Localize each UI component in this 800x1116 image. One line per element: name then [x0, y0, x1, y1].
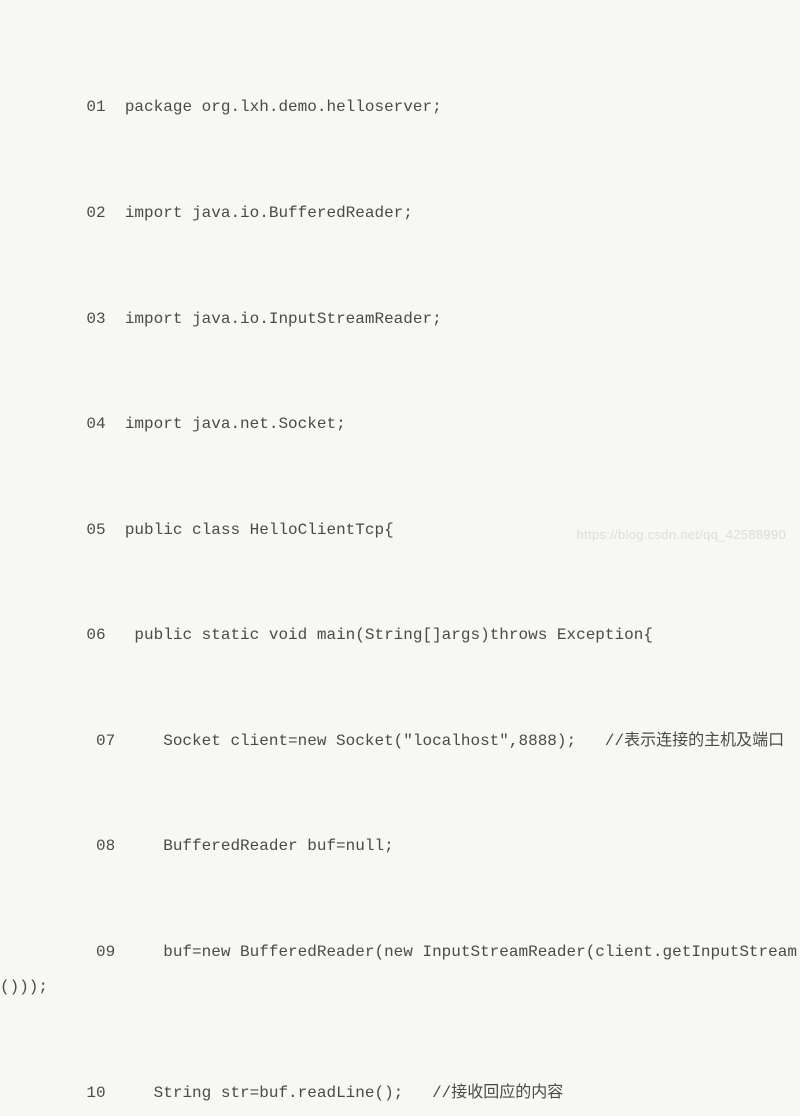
code-line: 02 import java.io.BufferedReader;: [0, 196, 800, 231]
code-line: 08 BufferedReader buf=null;: [0, 829, 800, 864]
code-line: 07 Socket client=new Socket("localhost",…: [0, 724, 800, 759]
code-line: 04 import java.net.Socket;: [0, 407, 800, 442]
code-line: 01 package org.lxh.demo.helloserver;: [0, 90, 800, 125]
watermark-text: https://blog.csdn.net/qq_42588990: [577, 521, 786, 550]
code-line: 03 import java.io.InputStreamReader;: [0, 302, 800, 337]
code-line: 06 public static void main(String[]args)…: [0, 618, 800, 653]
code-block: 01 package org.lxh.demo.helloserver; 02 …: [0, 20, 800, 1116]
code-line: 10 String str=buf.readLine(); //接收回应的内容: [0, 1076, 800, 1111]
code-line: 09 buf=new BufferedReader(new InputStrea…: [0, 935, 800, 1005]
